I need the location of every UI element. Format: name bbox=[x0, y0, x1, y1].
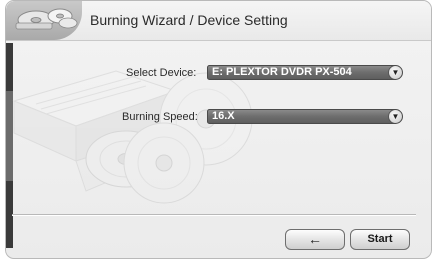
burning-speed-value: 16.X bbox=[212, 110, 235, 122]
burning-speed-dropdown[interactable]: 16.X ▼ bbox=[207, 109, 403, 124]
discs-icon bbox=[15, 8, 78, 30]
page-title: Burning Wizard / Device Setting bbox=[90, 12, 288, 28]
left-edge-strip-mid bbox=[6, 91, 13, 181]
burning-wizard-window: Burning Wizard / Device Setting Select D… bbox=[5, 0, 432, 259]
select-device-label: Select Device: bbox=[126, 67, 197, 79]
select-device-value: E: PLEXTOR DVDR PX-504 bbox=[212, 66, 352, 78]
start-button[interactable]: Start bbox=[350, 229, 410, 250]
footer-divider bbox=[12, 214, 416, 216]
chevron-down-icon[interactable]: ▼ bbox=[388, 66, 402, 79]
left-arrow-icon: ← bbox=[308, 231, 322, 247]
header-bar: Burning Wizard / Device Setting bbox=[6, 1, 431, 41]
header-logo-tab bbox=[6, 1, 82, 40]
select-device-dropdown[interactable]: E: PLEXTOR DVDR PX-504 ▼ bbox=[207, 65, 403, 80]
burning-speed-label: Burning Speed: bbox=[122, 111, 198, 123]
back-button[interactable]: ← bbox=[285, 229, 345, 250]
chevron-down-icon[interactable]: ▼ bbox=[388, 110, 402, 123]
